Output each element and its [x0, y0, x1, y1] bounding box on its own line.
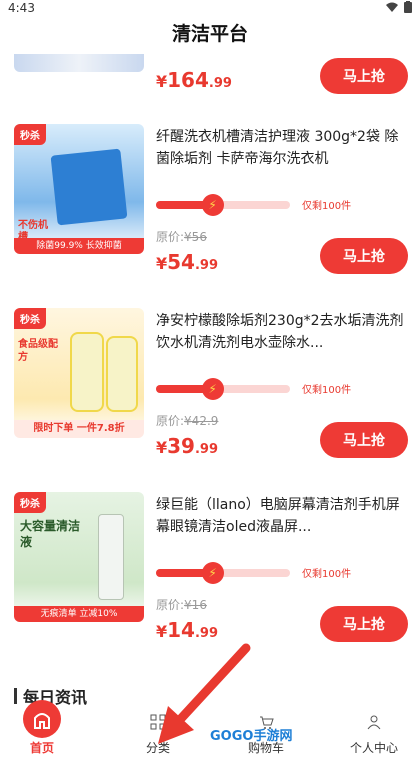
- stock-text: 仅剩100件: [302, 569, 352, 580]
- original-price-label: 原价:: [156, 230, 185, 244]
- image-caption-bottom: 无痕清单 立减10%: [14, 606, 144, 622]
- price-integer: 54: [167, 250, 195, 274]
- buy-button[interactable]: 马上抢: [320, 238, 408, 274]
- price-currency: ¥: [156, 254, 168, 273]
- product-image[interactable]: 秒杀 食品级配方 限时下单 一件7.8折: [14, 308, 144, 438]
- sale-price: ¥14.99: [156, 618, 218, 642]
- product-title[interactable]: 绿巨能（llano）电脑屏幕清洁剂手机屏幕眼镜清洁oled液晶屏...: [156, 494, 406, 538]
- lightning-icon: ⚡: [201, 562, 224, 584]
- product-title[interactable]: 净安柠檬酸除垢剂230g*2去水垢清洗剂饮水机清洗剂电水壶除水...: [156, 310, 406, 354]
- tab-home[interactable]: 首页: [0, 700, 84, 759]
- product-card[interactable]: 秒杀 大容量清洁液 无痕清单 立减10% 绿巨能（llano）电脑屏幕清洁剂手机…: [0, 484, 420, 674]
- battery-icon: [404, 1, 412, 13]
- home-icon: [23, 700, 61, 738]
- top-product-remnant: ¥164.99 马上抢: [0, 54, 420, 104]
- original-price: 原价:¥16: [156, 596, 207, 613]
- price-integer: 164: [167, 68, 209, 92]
- seckill-tag: 秒杀: [14, 124, 46, 145]
- stock-text: 仅剩100件: [302, 385, 352, 396]
- price-decimal: .99: [194, 258, 219, 273]
- tab-profile[interactable]: 个人中心: [332, 706, 416, 759]
- image-caption-side: 大容量清洁液: [20, 519, 81, 549]
- buy-button[interactable]: 马上抢: [320, 58, 408, 94]
- tab-home-label: 首页: [29, 741, 54, 755]
- stock-progress: ⚡: [156, 562, 290, 584]
- status-time: 4:43: [8, 1, 35, 15]
- image-caption-side: 食品级配方: [18, 339, 58, 363]
- lightning-icon: ⚡: [201, 194, 224, 216]
- buy-button[interactable]: 马上抢: [320, 422, 408, 458]
- price-integer: 14: [167, 618, 195, 642]
- page-title: 清洁平台: [171, 23, 248, 45]
- original-price-label: 原价:: [156, 414, 185, 428]
- lightning-icon: ⚡: [201, 378, 224, 400]
- seckill-tag: 秒杀: [14, 492, 46, 513]
- watermark: GOGO手游网: [210, 722, 310, 746]
- buy-button[interactable]: 马上抢: [320, 606, 408, 642]
- seckill-tag: 秒杀: [14, 308, 46, 329]
- sale-price: ¥39.99: [156, 434, 218, 458]
- tab-category-label: 分类: [145, 741, 170, 755]
- price-integer: 39: [167, 434, 195, 458]
- original-price: 原价:¥56: [156, 228, 207, 245]
- top-price: ¥164.99: [156, 68, 232, 92]
- status-bar: 4:43: [0, 0, 420, 18]
- price-decimal: .99: [194, 626, 219, 641]
- price-decimal: .99: [208, 76, 232, 91]
- image-box: [50, 148, 128, 226]
- stock-progress: ⚡: [156, 194, 290, 216]
- product-image-remnant: [14, 54, 144, 72]
- product-card[interactable]: 秒杀 食品级配方 限时下单 一件7.8折 净安柠檬酸除垢剂230g*2去水垢清洗…: [0, 300, 420, 490]
- product-image[interactable]: 秒杀 不伤机槽 除菌99.9% 长效抑菌: [14, 124, 144, 254]
- stock-progress: ⚡: [156, 378, 290, 400]
- person-icon: [367, 715, 381, 730]
- product-title[interactable]: 纤醒洗衣机槽清洁护理液 300g*2袋 除菌除垢剂 卡萨帝海尔洗衣机: [156, 126, 406, 170]
- grid-icon: [150, 714, 166, 730]
- status-icons: [386, 1, 412, 13]
- image-bottle: [98, 514, 124, 600]
- image-caption-bottom: 限时下单 一件7.8折: [14, 420, 144, 438]
- price-decimal: .99: [194, 442, 219, 457]
- original-price-label: 原价:: [156, 598, 185, 612]
- product-image[interactable]: 秒杀 大容量清洁液 无痕清单 立减10%: [14, 492, 144, 622]
- sale-price: ¥54.99: [156, 250, 218, 274]
- original-price-value: ¥42.9: [184, 414, 219, 428]
- original-price: 原价:¥42.9: [156, 412, 218, 429]
- original-price-value: ¥56: [184, 230, 207, 244]
- price-currency: ¥: [156, 622, 168, 641]
- watermark-text: GOGO手游网: [210, 728, 293, 744]
- product-card[interactable]: 秒杀 不伤机槽 除菌99.9% 长效抑菌 纤醒洗衣机槽清洁护理液 300g*2袋…: [0, 116, 420, 306]
- image-bottle-1: [70, 332, 104, 412]
- image-bottle-2: [106, 336, 138, 412]
- tab-profile-label: 个人中心: [349, 741, 398, 755]
- original-price-value: ¥16: [184, 598, 207, 612]
- tab-category[interactable]: 分类: [116, 706, 200, 759]
- wifi-icon: [386, 2, 398, 12]
- section-bar: [14, 688, 17, 704]
- image-caption-bottom: 除菌99.9% 长效抑菌: [14, 238, 144, 254]
- price-currency: ¥: [156, 438, 168, 457]
- price-currency: ¥: [156, 72, 168, 91]
- stock-text: 仅剩100件: [302, 201, 352, 212]
